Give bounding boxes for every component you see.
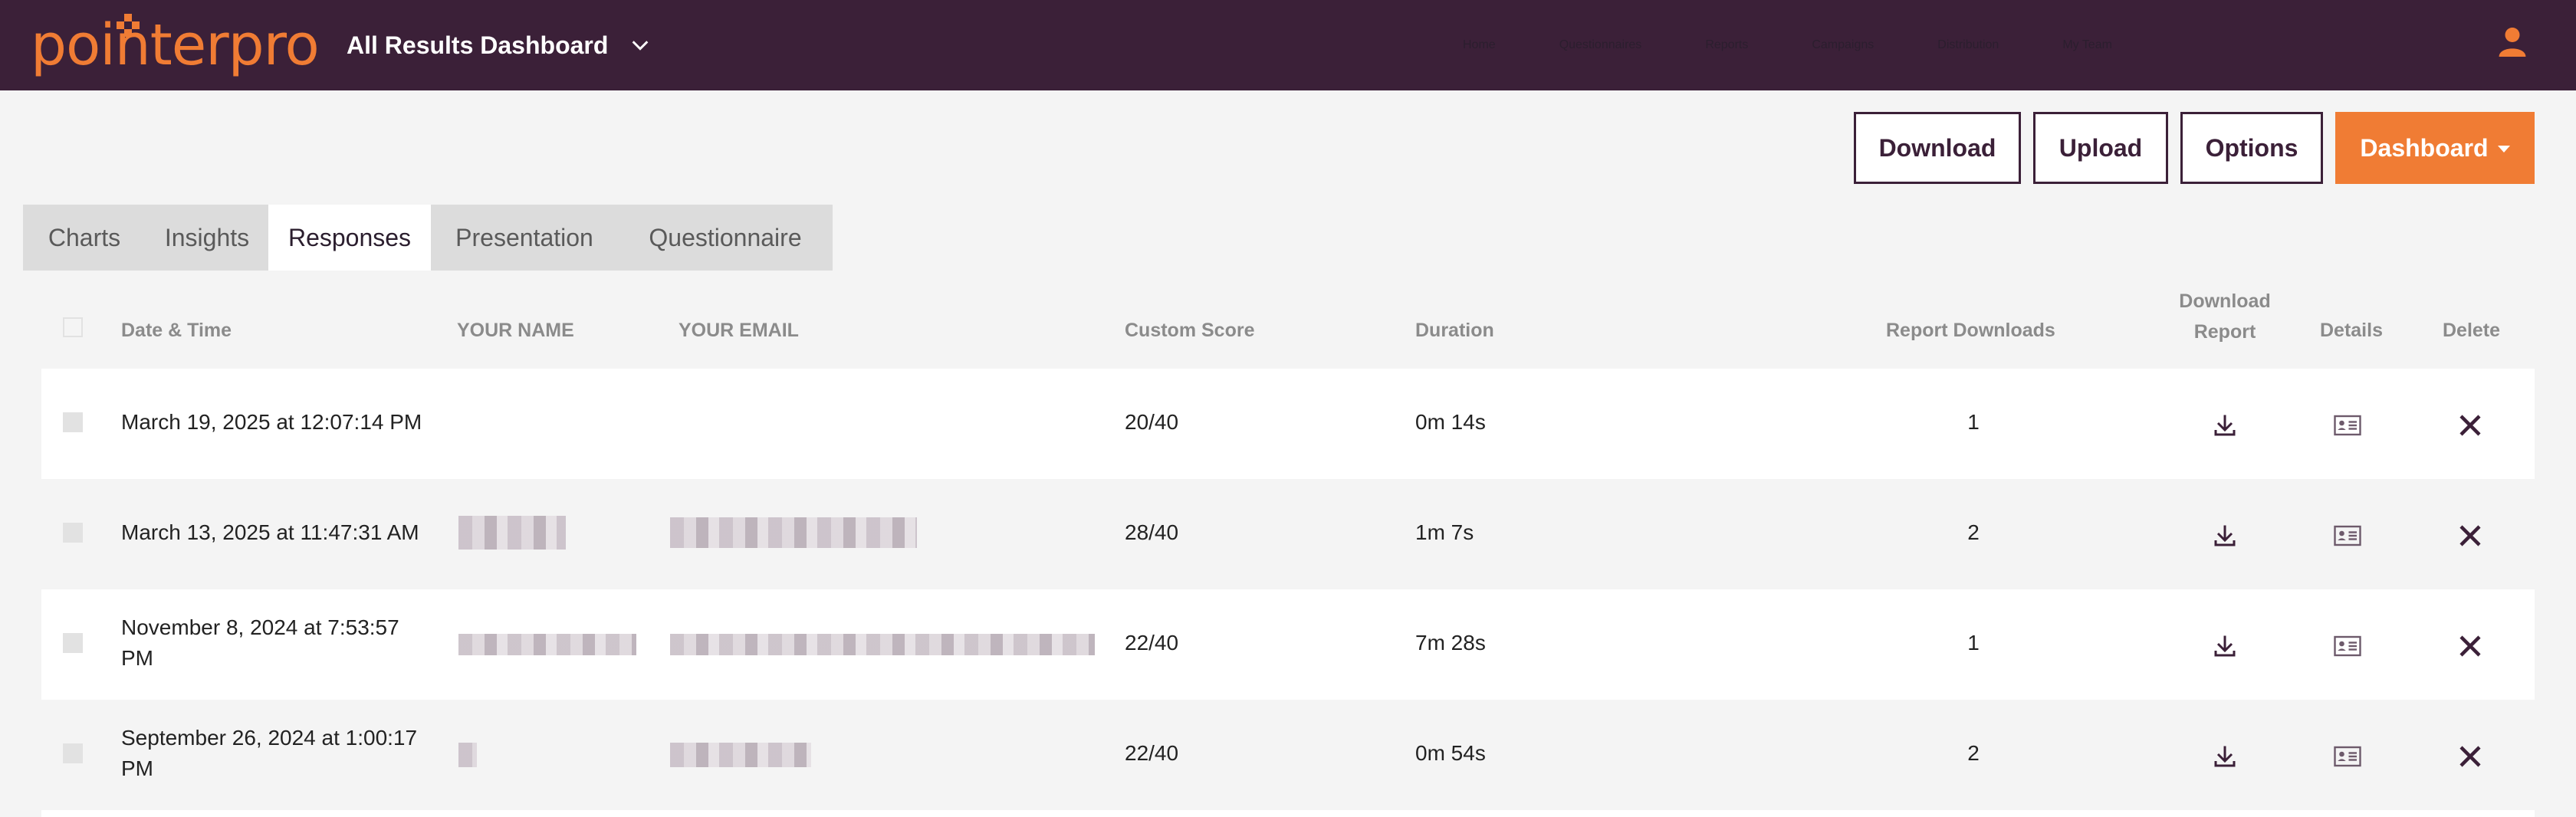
redacted-name xyxy=(458,516,566,550)
top-navbar: pointerpro All Results Dashboard Home Qu… xyxy=(0,0,2576,90)
id-card-icon[interactable] xyxy=(2334,415,2361,436)
row-date: November 8, 2024 at 7:53:57 PM xyxy=(121,612,399,674)
redacted-email xyxy=(670,743,811,767)
row-duration: 0m 14s xyxy=(1415,410,1486,434)
row-downloads: 2 xyxy=(1967,741,1980,765)
header-download-report: Download Report xyxy=(2171,286,2279,347)
options-button-label: Options xyxy=(2205,133,2298,162)
header-download-report-line1: Download xyxy=(2179,290,2271,312)
row-checkbox[interactable] xyxy=(63,523,83,543)
row-duration: 0m 54s xyxy=(1415,741,1486,765)
tab-insights[interactable]: Insights xyxy=(146,205,268,271)
tab-presentation[interactable]: Presentation xyxy=(431,205,618,271)
row-checkbox[interactable] xyxy=(63,743,83,763)
tab-questionnaire-label: Questionnaire xyxy=(649,223,802,251)
tab-responses[interactable]: Responses xyxy=(268,205,431,271)
close-icon[interactable] xyxy=(2456,522,2484,550)
user-icon[interactable] xyxy=(2498,26,2527,58)
header-date-time[interactable]: Date & Time xyxy=(121,315,232,346)
redacted-email xyxy=(670,634,1095,655)
select-all-checkbox[interactable] xyxy=(63,317,83,337)
redacted-name xyxy=(458,743,477,767)
download-icon[interactable] xyxy=(2211,412,2239,439)
id-card-icon[interactable] xyxy=(2334,746,2361,767)
nav-home[interactable]: Home xyxy=(1463,38,1496,52)
main-nav: Home Questionnaires Reports Campaigns Di… xyxy=(1463,0,2112,90)
row-duration: 1m 7s xyxy=(1415,520,1474,544)
tab-questionnaire[interactable]: Questionnaire xyxy=(618,205,833,271)
nav-reports[interactable]: Reports xyxy=(1705,38,1748,52)
header-your-email[interactable]: YOUR EMAIL xyxy=(678,315,799,346)
nav-distribution[interactable]: Distribution xyxy=(1937,38,1999,52)
download-icon[interactable] xyxy=(2211,522,2239,550)
row-checkbox[interactable] xyxy=(63,412,83,432)
tab-charts[interactable]: Charts xyxy=(23,205,146,271)
redacted-name xyxy=(458,634,636,655)
tab-responses-label: Responses xyxy=(288,223,412,251)
table-row[interactable]: March 19, 2025 at 12:07:14 PM 20/40 0m 1… xyxy=(41,369,2535,479)
download-button-label: Download xyxy=(1878,133,1996,162)
close-icon[interactable] xyxy=(2456,743,2484,770)
close-icon[interactable] xyxy=(2456,632,2484,660)
row-duration: 7m 28s xyxy=(1415,631,1486,655)
row-downloads: 1 xyxy=(1967,631,1980,655)
header-your-name[interactable]: YOUR NAME xyxy=(457,315,574,346)
header-custom-score[interactable]: Custom Score xyxy=(1125,315,1254,346)
pointerpro-logo[interactable]: pointerpro xyxy=(31,11,320,80)
header-download-report-line2: Report xyxy=(2193,321,2256,343)
row-date: March 19, 2025 at 12:07:14 PM xyxy=(121,410,422,434)
row-date: September 26, 2024 at 1:00:17 PM xyxy=(121,723,417,784)
close-icon[interactable] xyxy=(2456,412,2484,439)
row-date-line2: PM xyxy=(121,646,153,670)
download-icon[interactable] xyxy=(2211,743,2239,770)
dashboard-button-label: Dashboard xyxy=(2360,133,2489,162)
header-delete: Delete xyxy=(2443,320,2501,341)
id-card-icon[interactable] xyxy=(2334,635,2361,657)
table-header: Date & Time YOUR NAME YOUR EMAIL Custom … xyxy=(41,271,2535,369)
row-checkbox[interactable] xyxy=(63,633,83,653)
download-button[interactable]: Download xyxy=(1854,112,2021,184)
row-score: 22/40 xyxy=(1125,741,1179,765)
row-score: 22/40 xyxy=(1125,631,1179,655)
responses-table: Date & Time YOUR NAME YOUR EMAIL Custom … xyxy=(41,271,2535,817)
row-score: 20/40 xyxy=(1125,410,1179,434)
table-row[interactable]: November 8, 2024 at 7:53:57 PM 22/40 7m … xyxy=(41,589,2535,700)
header-duration[interactable]: Duration xyxy=(1415,315,1494,346)
upload-button[interactable]: Upload xyxy=(2033,112,2168,184)
tab-insights-label: Insights xyxy=(164,223,250,251)
row-date-line1: September 26, 2024 at 1:00:17 xyxy=(121,726,418,750)
caret-down-icon xyxy=(2497,145,2510,153)
dashboard-title: All Results Dashboard xyxy=(347,31,609,59)
dashboard-selector[interactable]: All Results Dashboard xyxy=(347,25,651,66)
row-date-line2: PM xyxy=(121,756,153,780)
id-card-icon[interactable] xyxy=(2334,525,2361,546)
tab-presentation-label: Presentation xyxy=(455,223,593,251)
row-date: March 13, 2025 at 11:47:31 AM xyxy=(121,520,419,544)
options-button[interactable]: Options xyxy=(2180,112,2323,184)
row-downloads: 1 xyxy=(1967,410,1980,434)
header-report-downloads[interactable]: Report Downloads xyxy=(1886,315,2055,346)
header-details: Details xyxy=(2320,320,2383,341)
nav-campaigns[interactable]: Campaigns xyxy=(1812,38,1874,52)
table-row[interactable]: September 26, 2024 at 1:00:17 PM 22/40 0… xyxy=(41,700,2535,810)
nav-my-team[interactable]: My Team xyxy=(2062,38,2112,52)
chevron-down-icon xyxy=(632,41,649,51)
row-downloads: 2 xyxy=(1967,520,1980,544)
tab-charts-label: Charts xyxy=(48,223,121,251)
row-date-line1: November 8, 2024 at 7:53:57 xyxy=(121,615,399,639)
upload-button-label: Upload xyxy=(2058,133,2143,162)
row-score: 28/40 xyxy=(1125,520,1179,544)
results-tabs: Charts Insights Responses Presentation Q… xyxy=(23,205,833,271)
dashboard-dropdown-button[interactable]: Dashboard xyxy=(2335,112,2535,184)
redacted-email xyxy=(670,517,917,548)
table-row[interactable]: March 13, 2025 at 11:47:31 AM 28/40 1m 7… xyxy=(41,479,2535,589)
logo-dots-icon xyxy=(113,14,144,44)
nav-questionnaires[interactable]: Questionnaires xyxy=(1559,38,1642,52)
download-icon[interactable] xyxy=(2211,632,2239,660)
